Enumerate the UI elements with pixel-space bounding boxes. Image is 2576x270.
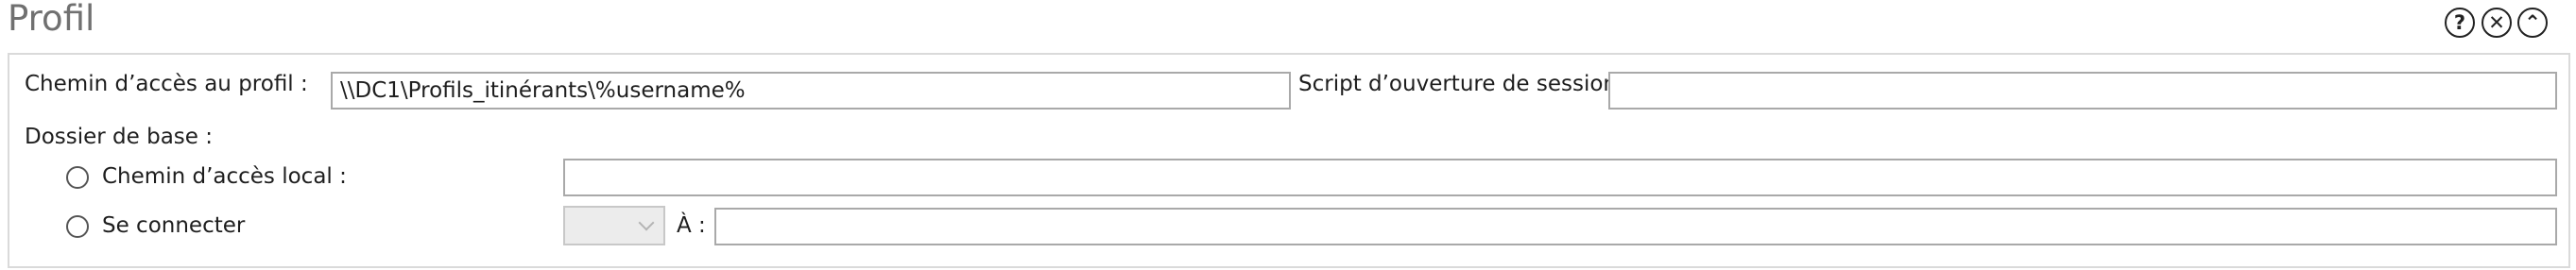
- logon-script-label: Script d’ouverture de session: [1298, 72, 1612, 96]
- chevron-down-icon: [638, 214, 655, 231]
- local-path-label: Chemin d’accès local :: [102, 164, 347, 189]
- profile-path-input[interactable]: \\DC1\Profils_itinérants\%username%: [331, 72, 1291, 110]
- logon-script-input[interactable]: [1608, 72, 2557, 110]
- connect-label: Se connecter: [102, 213, 246, 238]
- section-title: Profil: [8, 0, 95, 39]
- local-path-input[interactable]: [563, 159, 2557, 196]
- chevron-up-icon[interactable]: ⌃: [2517, 8, 2548, 38]
- drive-letter-select[interactable]: [563, 206, 665, 245]
- connect-radio[interactable]: [66, 215, 89, 238]
- connect-to-input[interactable]: [714, 208, 2557, 245]
- home-folder-label: Dossier de base :: [25, 125, 214, 149]
- profile-path-label: Chemin d’accès au profil :: [25, 72, 308, 96]
- close-icon[interactable]: ✕: [2482, 8, 2512, 38]
- to-label: À :: [677, 213, 706, 238]
- local-path-radio[interactable]: [66, 166, 89, 189]
- profile-panel: Chemin d’accès au profil : \\DC1\Profils…: [8, 53, 2570, 268]
- help-icon[interactable]: ?: [2445, 8, 2475, 38]
- section-header: Profil ? ✕ ⌃: [0, 0, 2576, 43]
